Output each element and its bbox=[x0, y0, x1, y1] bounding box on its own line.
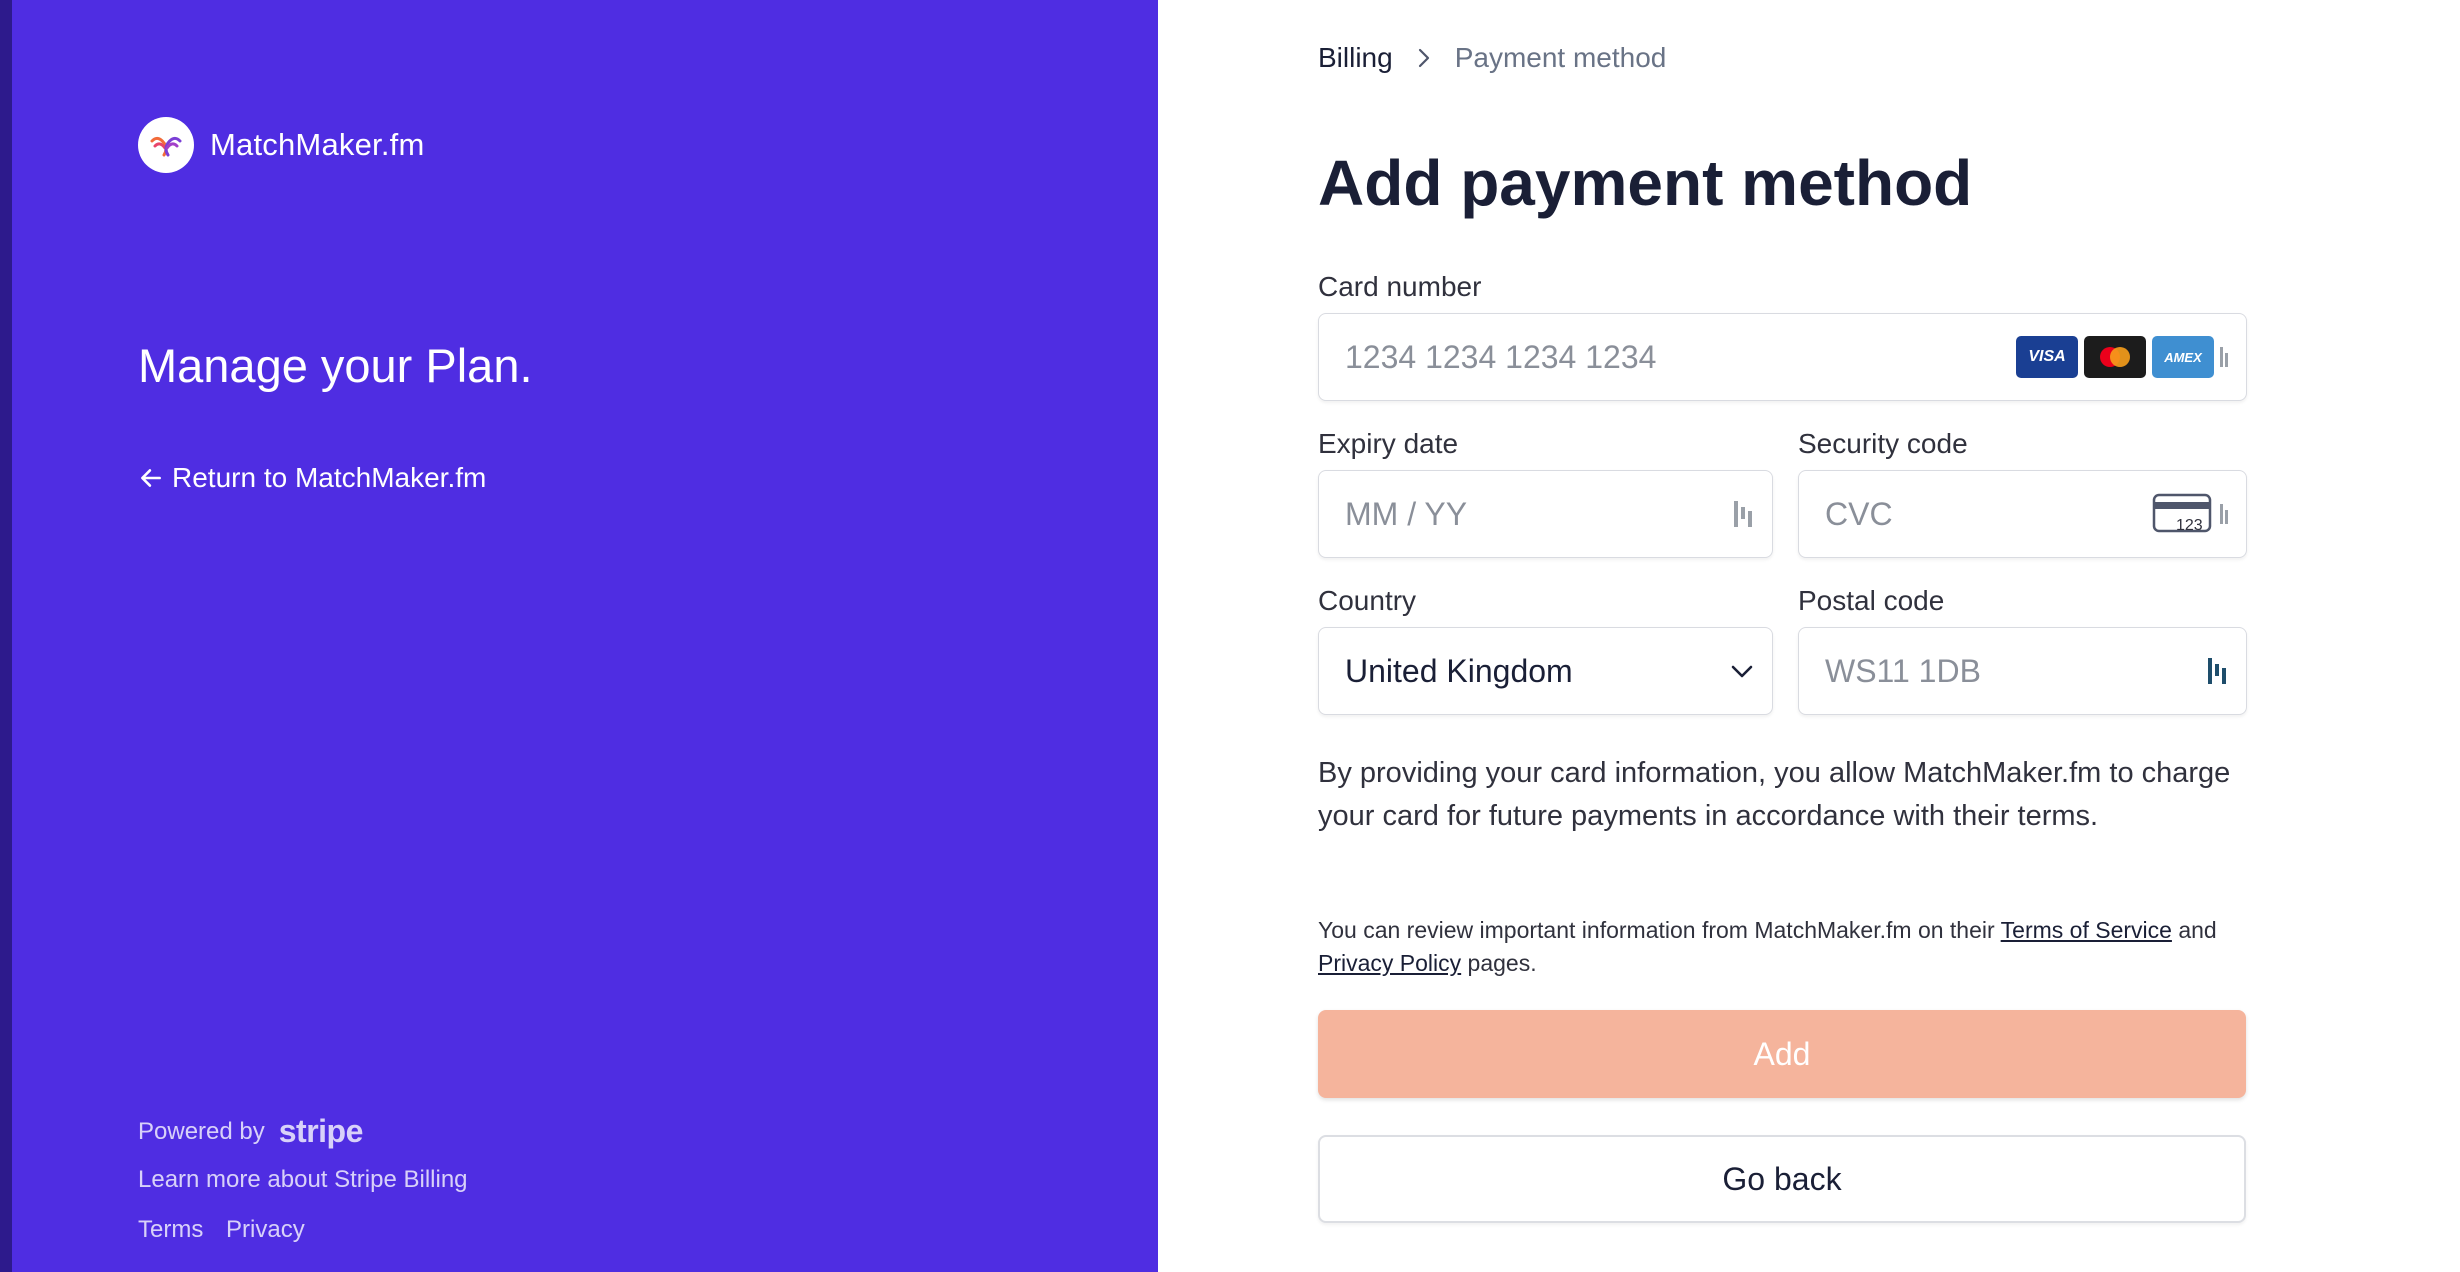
terms-of-service-link[interactable]: Terms of Service bbox=[2001, 917, 2172, 943]
matchmaker-logo-icon bbox=[138, 117, 194, 173]
go-back-button[interactable]: Go back bbox=[1318, 1135, 2246, 1223]
card-number-field[interactable]: VISA AMEX bbox=[1318, 313, 2247, 401]
autofill-icon bbox=[2208, 658, 2226, 684]
window-edge bbox=[0, 0, 12, 1272]
security-code-label: Security code bbox=[1798, 428, 1968, 459]
svg-text:123: 123 bbox=[2176, 517, 2203, 534]
country-value: United Kingdom bbox=[1345, 652, 1573, 689]
security-code-field[interactable]: 123 bbox=[1798, 470, 2247, 558]
postal-code-field[interactable] bbox=[1798, 627, 2247, 715]
autofill-icon bbox=[2220, 347, 2228, 367]
mastercard-icon bbox=[2084, 336, 2146, 378]
cvc-card-icon: 123 bbox=[2152, 493, 2212, 534]
postal-code-input[interactable] bbox=[1825, 652, 2208, 690]
breadcrumb-current: Payment method bbox=[1454, 42, 1667, 73]
expiry-label: Expiry date bbox=[1318, 428, 1459, 459]
stripe-logo: stripe bbox=[278, 1113, 364, 1149]
learn-more-link[interactable]: Learn more about Stripe Billing bbox=[138, 1166, 468, 1194]
legal-links: Terms Privacy bbox=[138, 1216, 321, 1244]
card-number-input[interactable] bbox=[1345, 338, 2016, 376]
return-link-label: Return to MatchMaker.fm bbox=[172, 462, 487, 493]
payment-form-panel: Billing Payment method Add payment metho… bbox=[1158, 0, 2460, 1272]
expiry-field[interactable] bbox=[1318, 470, 1773, 558]
country-select[interactable]: United Kingdom bbox=[1318, 627, 1773, 715]
page-title: Add payment method bbox=[1318, 147, 1973, 219]
visa-icon: VISA bbox=[2016, 336, 2078, 378]
autofill-icon bbox=[1734, 501, 1752, 527]
powered-by-label: Powered by bbox=[138, 1117, 265, 1145]
review-text: You can review important information fro… bbox=[1318, 917, 2217, 976]
powered-by[interactable]: Powered by stripe bbox=[138, 1113, 363, 1150]
autofill-icon bbox=[2220, 504, 2228, 524]
chevron-right-icon bbox=[1415, 46, 1433, 70]
privacy-link[interactable]: Privacy bbox=[226, 1216, 305, 1243]
brand: MatchMaker.fm bbox=[138, 117, 424, 173]
card-number-label: Card number bbox=[1318, 271, 1482, 302]
brand-sidebar: MatchMaker.fm Manage your Plan. Return t… bbox=[12, 0, 1158, 1272]
tagline: Manage your Plan. bbox=[138, 339, 533, 392]
chevron-down-icon bbox=[1731, 665, 1753, 678]
cvc-input[interactable] bbox=[1825, 495, 2152, 533]
postal-code-label: Postal code bbox=[1798, 585, 1945, 616]
expiry-input[interactable] bbox=[1345, 495, 1734, 533]
breadcrumb-billing[interactable]: Billing bbox=[1318, 42, 1393, 74]
breadcrumb: Billing Payment method bbox=[1318, 42, 1666, 74]
terms-link[interactable]: Terms bbox=[138, 1216, 203, 1243]
amex-icon: AMEX bbox=[2152, 336, 2214, 378]
card-brands: VISA AMEX bbox=[2016, 336, 2230, 378]
privacy-policy-link[interactable]: Privacy Policy bbox=[1318, 950, 1461, 976]
country-label: Country bbox=[1318, 585, 1417, 616]
arrow-left-icon bbox=[141, 469, 161, 487]
brand-name: MatchMaker.fm bbox=[210, 127, 425, 162]
consent-text: By providing your card information, you … bbox=[1318, 757, 2231, 832]
return-link[interactable]: Return to MatchMaker.fm bbox=[138, 462, 486, 494]
add-button[interactable]: Add bbox=[1318, 1010, 2246, 1098]
